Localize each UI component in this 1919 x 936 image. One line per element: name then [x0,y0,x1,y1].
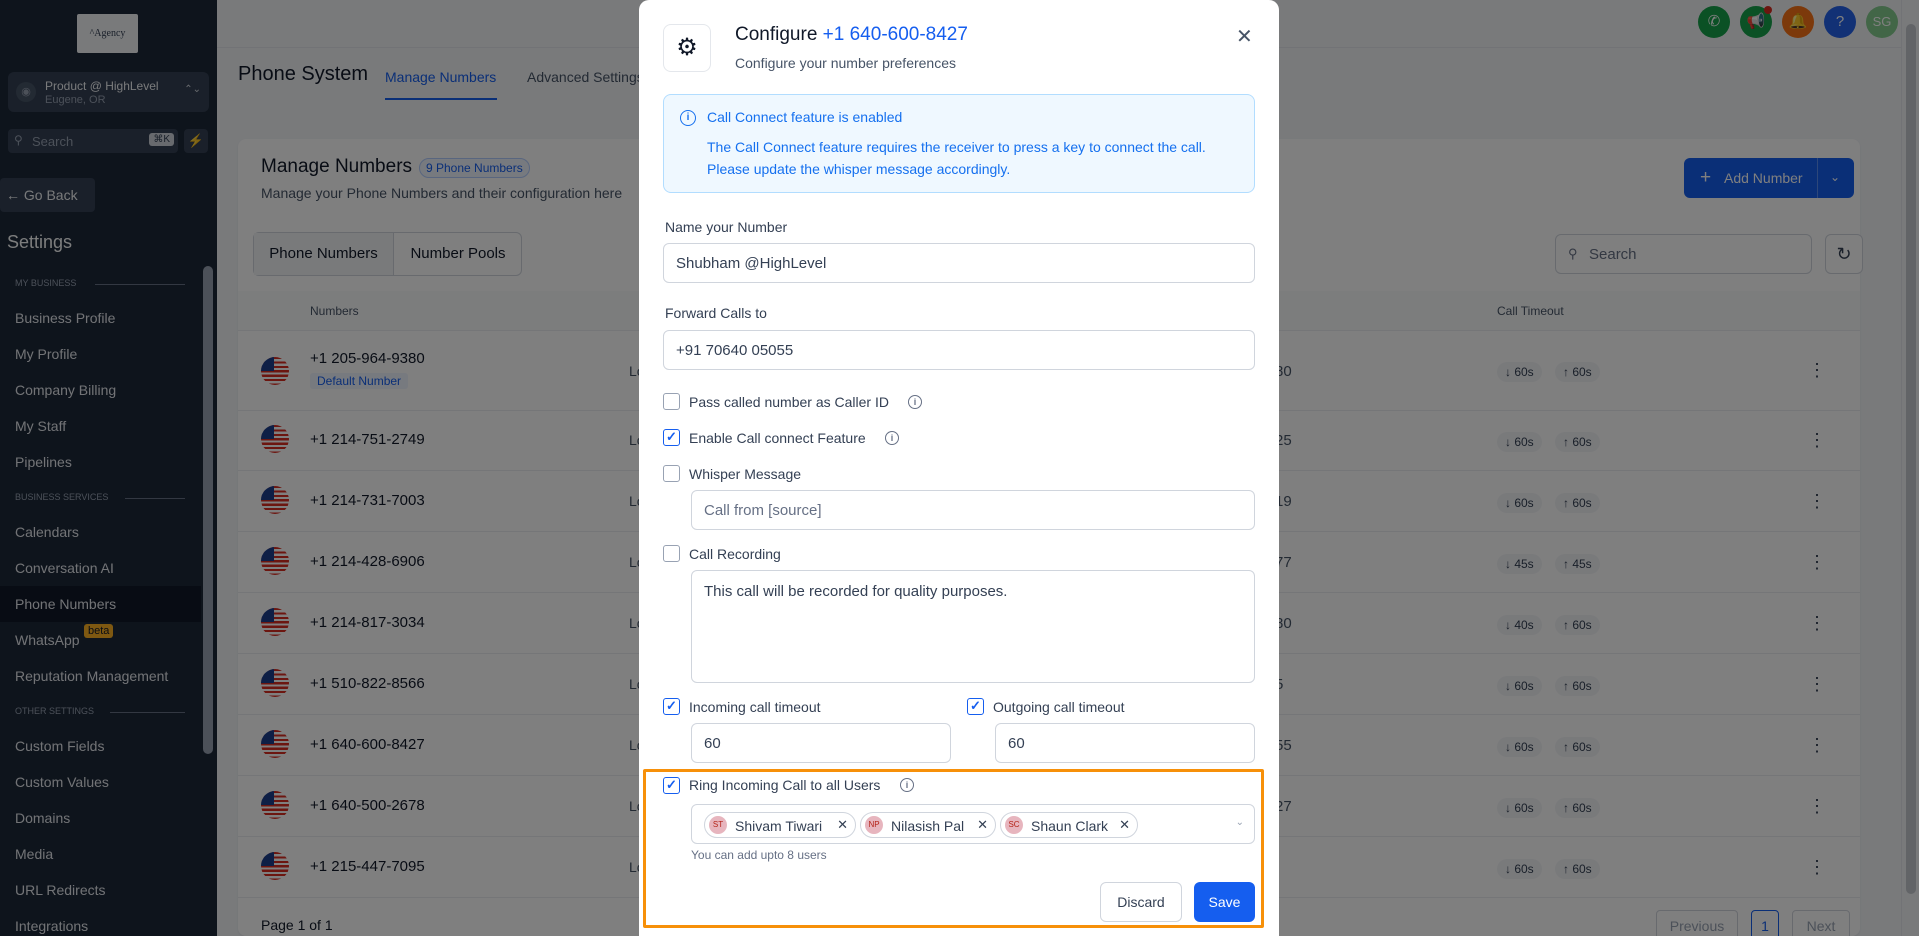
modal-title: Configure +1 640-600-8427 [735,24,968,46]
user-chip-name: Shivam Tiwari [735,818,823,834]
info-icon[interactable]: i [885,431,899,445]
avatar: SC [1005,816,1023,834]
ring-all-users-label: Ring Incoming Call to all Users [689,777,881,793]
remove-icon[interactable]: ✕ [1119,817,1130,833]
forward-calls-input[interactable]: +91 70640 05055 [663,330,1255,370]
modal-title-number: +1 640-600-8427 [822,24,968,45]
info-icon[interactable]: i [900,778,914,792]
outgoing-timeout-input[interactable]: 60 [995,723,1255,763]
call-connect-label: Enable Call connect Feature [689,430,866,446]
name-label: Name your Number [665,219,788,235]
incoming-timeout-input[interactable]: 60 [691,723,951,763]
save-button[interactable]: Save [1194,882,1255,922]
info-body: The Call Connect feature requires the re… [707,139,1206,177]
call-recording-label: Call Recording [689,546,781,562]
user-chip-name: Nilasish Pal [891,818,965,834]
modal-subtitle: Configure your number preferences [735,55,957,71]
outgoing-timeout-label: Outgoing call timeout [993,699,1125,715]
chevron-down-icon[interactable]: ⌄ [1236,817,1244,828]
close-icon[interactable]: ✕ [1236,24,1253,49]
gear-icon: ⚙ [663,24,711,72]
forward-label: Forward Calls to [665,305,767,321]
whisper-label: Whisper Message [689,466,802,482]
pass-caller-id-checkbox[interactable] [663,393,680,410]
info-title: Call Connect feature is enabled [707,109,903,125]
call-recording-checkbox[interactable] [663,545,680,562]
incoming-timeout-checkbox[interactable]: ✓ [663,698,680,715]
incoming-timeout-label: Incoming call timeout [689,699,821,715]
pass-caller-id-label: Pass called number as Caller ID [689,394,889,410]
modal-title-prefix: Configure [735,24,818,45]
user-chip: NP Nilasish Pal ✕ [860,812,996,838]
whisper-input[interactable]: Call from [source] [691,490,1255,530]
avatar: ST [709,816,727,834]
discard-button[interactable]: Discard [1100,882,1182,922]
user-chip: ST Shivam Tiwari ✕ [704,812,856,838]
remove-icon[interactable]: ✕ [977,817,988,833]
recording-message-textarea[interactable]: This call will be recorded for quality p… [691,570,1255,683]
user-chip-name: Shaun Clark [1031,818,1109,834]
whisper-checkbox[interactable] [663,465,680,482]
users-hint: You can add upto 8 users [691,848,827,862]
call-connect-info-banner: i Call Connect feature is enabled The Ca… [663,94,1255,193]
avatar: NP [865,816,883,834]
outgoing-timeout-checkbox[interactable]: ✓ [967,698,984,715]
name-input[interactable]: Shubham @HighLevel [663,243,1255,283]
info-icon: i [680,110,696,126]
info-icon[interactable]: i [908,395,922,409]
call-connect-checkbox[interactable]: ✓ [663,429,680,446]
users-select[interactable]: ST Shivam Tiwari ✕ NP Nilasish Pal ✕ SC … [691,804,1255,844]
ring-all-users-checkbox[interactable]: ✓ [663,777,680,794]
user-chip: SC Shaun Clark ✕ [1000,812,1138,838]
remove-icon[interactable]: ✕ [837,817,848,833]
